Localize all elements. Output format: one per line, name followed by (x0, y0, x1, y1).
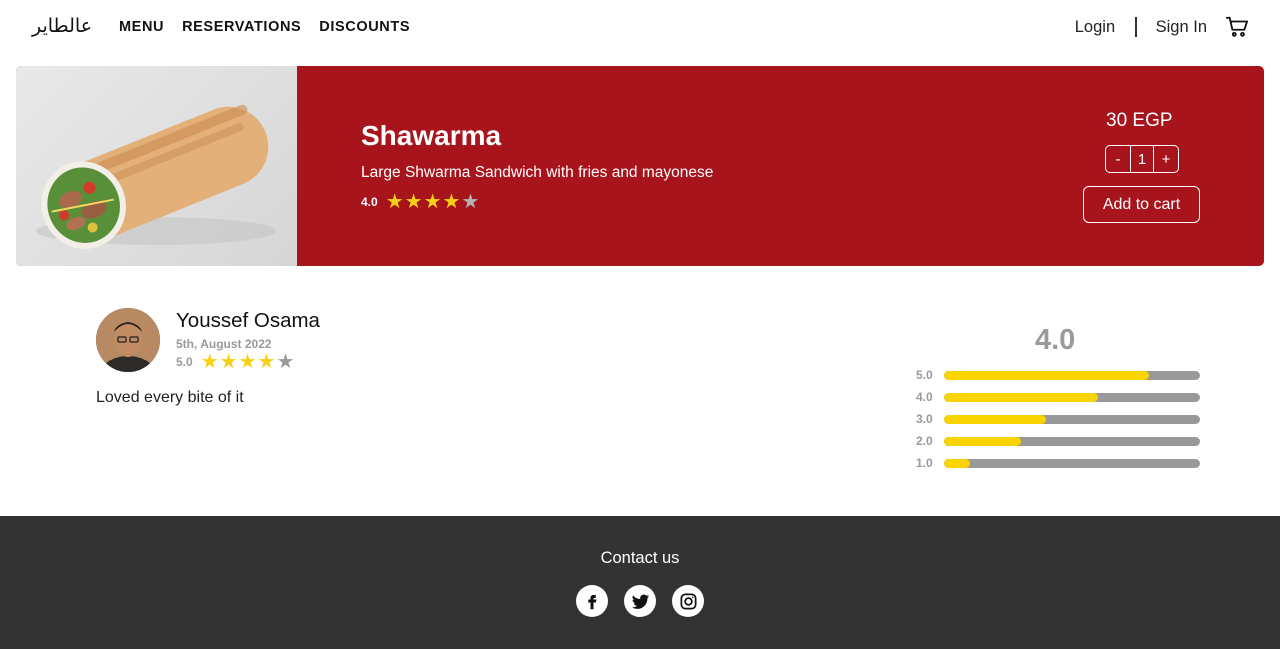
star-icon: ★ (219, 351, 238, 373)
distribution-fill (944, 436, 1021, 446)
distribution-bar (944, 414, 1200, 424)
distribution-row: 1.0 (916, 452, 1200, 474)
distribution-bar (944, 436, 1200, 446)
product-title: Shawarma (361, 120, 502, 151)
distribution-label: 3.0 (916, 412, 933, 426)
star-icon: ★ (238, 351, 257, 373)
distribution-bar (944, 458, 1200, 468)
avatar (96, 308, 160, 372)
quantity-stepper: - 1 + (1105, 145, 1179, 173)
distribution-label: 5.0 (916, 368, 933, 382)
star-icon: ★ (257, 351, 276, 373)
cart-icon[interactable] (1226, 16, 1248, 38)
star-icon: ★ (423, 191, 442, 213)
product-rating-value: 4.0 (361, 195, 378, 209)
distribution-fill (944, 458, 970, 468)
nav-reservations[interactable]: RESERVATIONS (182, 19, 301, 35)
increment-button[interactable]: + (1154, 146, 1178, 172)
distribution-bar (944, 370, 1200, 380)
rating-distribution: 5.0 4.0 3.0 2.0 1.0 (916, 364, 1200, 474)
distribution-fill (944, 370, 1149, 380)
star-icon: ★ (442, 191, 461, 213)
star-icon: ★ (200, 351, 219, 373)
distribution-fill (944, 392, 1098, 402)
product-price: 30 EGP (1106, 110, 1173, 131)
distribution-row: 5.0 (916, 364, 1200, 386)
footer: Contact us (0, 516, 1280, 649)
product-rating: 4.0 ★ ★ ★ ★ ★ (361, 192, 479, 212)
average-rating: 4.0 (1035, 324, 1076, 356)
product-stars: ★ ★ ★ ★ ★ (386, 192, 480, 212)
distribution-row: 2.0 (916, 430, 1200, 452)
main-nav: MENU RESERVATIONS DISCOUNTS (119, 19, 410, 35)
review-rating-value: 5.0 (176, 355, 193, 369)
quantity-value[interactable]: 1 (1130, 146, 1154, 172)
review-stars: ★ ★ ★ ★ ★ (201, 352, 295, 372)
add-to-cart-button[interactable]: Add to cart (1083, 186, 1200, 223)
social-links (576, 585, 704, 617)
twitter-icon[interactable] (624, 585, 656, 617)
login-link[interactable]: Login (1075, 18, 1115, 37)
product-description: Large Shwarma Sandwich with fries and ma… (361, 164, 714, 181)
distribution-label: 4.0 (916, 390, 933, 404)
star-icon: ★ (385, 191, 404, 213)
nav-menu[interactable]: MENU (119, 19, 164, 35)
product-card: Shawarma Large Shwarma Sandwich with fri… (16, 66, 1264, 266)
auth-links: Login Sign In (1075, 16, 1248, 38)
review-rating: 5.0 ★ ★ ★ ★ ★ (176, 352, 294, 372)
divider (1135, 17, 1137, 37)
distribution-bar (944, 392, 1200, 402)
distribution-label: 2.0 (916, 434, 933, 448)
star-icon: ★ (461, 191, 480, 213)
decrement-button[interactable]: - (1106, 146, 1130, 172)
nav-discounts[interactable]: DISCOUNTS (319, 19, 410, 35)
header: عالطاير MENU RESERVATIONS DISCOUNTS Logi… (0, 0, 1280, 56)
distribution-row: 3.0 (916, 408, 1200, 430)
distribution-row: 4.0 (916, 386, 1200, 408)
distribution-label: 1.0 (916, 456, 933, 470)
star-icon: ★ (404, 191, 423, 213)
review-date: 5th, August 2022 (176, 337, 272, 351)
star-icon: ★ (276, 351, 295, 373)
reviewer-name: Youssef Osama (176, 309, 320, 332)
shawarma-image (16, 66, 297, 266)
contact-heading: Contact us (600, 549, 680, 567)
signin-link[interactable]: Sign In (1156, 18, 1207, 37)
distribution-fill (944, 414, 1047, 424)
facebook-icon[interactable] (576, 585, 608, 617)
logo[interactable]: عالطاير (32, 15, 92, 37)
instagram-icon[interactable] (672, 585, 704, 617)
review-text: Loved every bite of it (96, 389, 244, 406)
